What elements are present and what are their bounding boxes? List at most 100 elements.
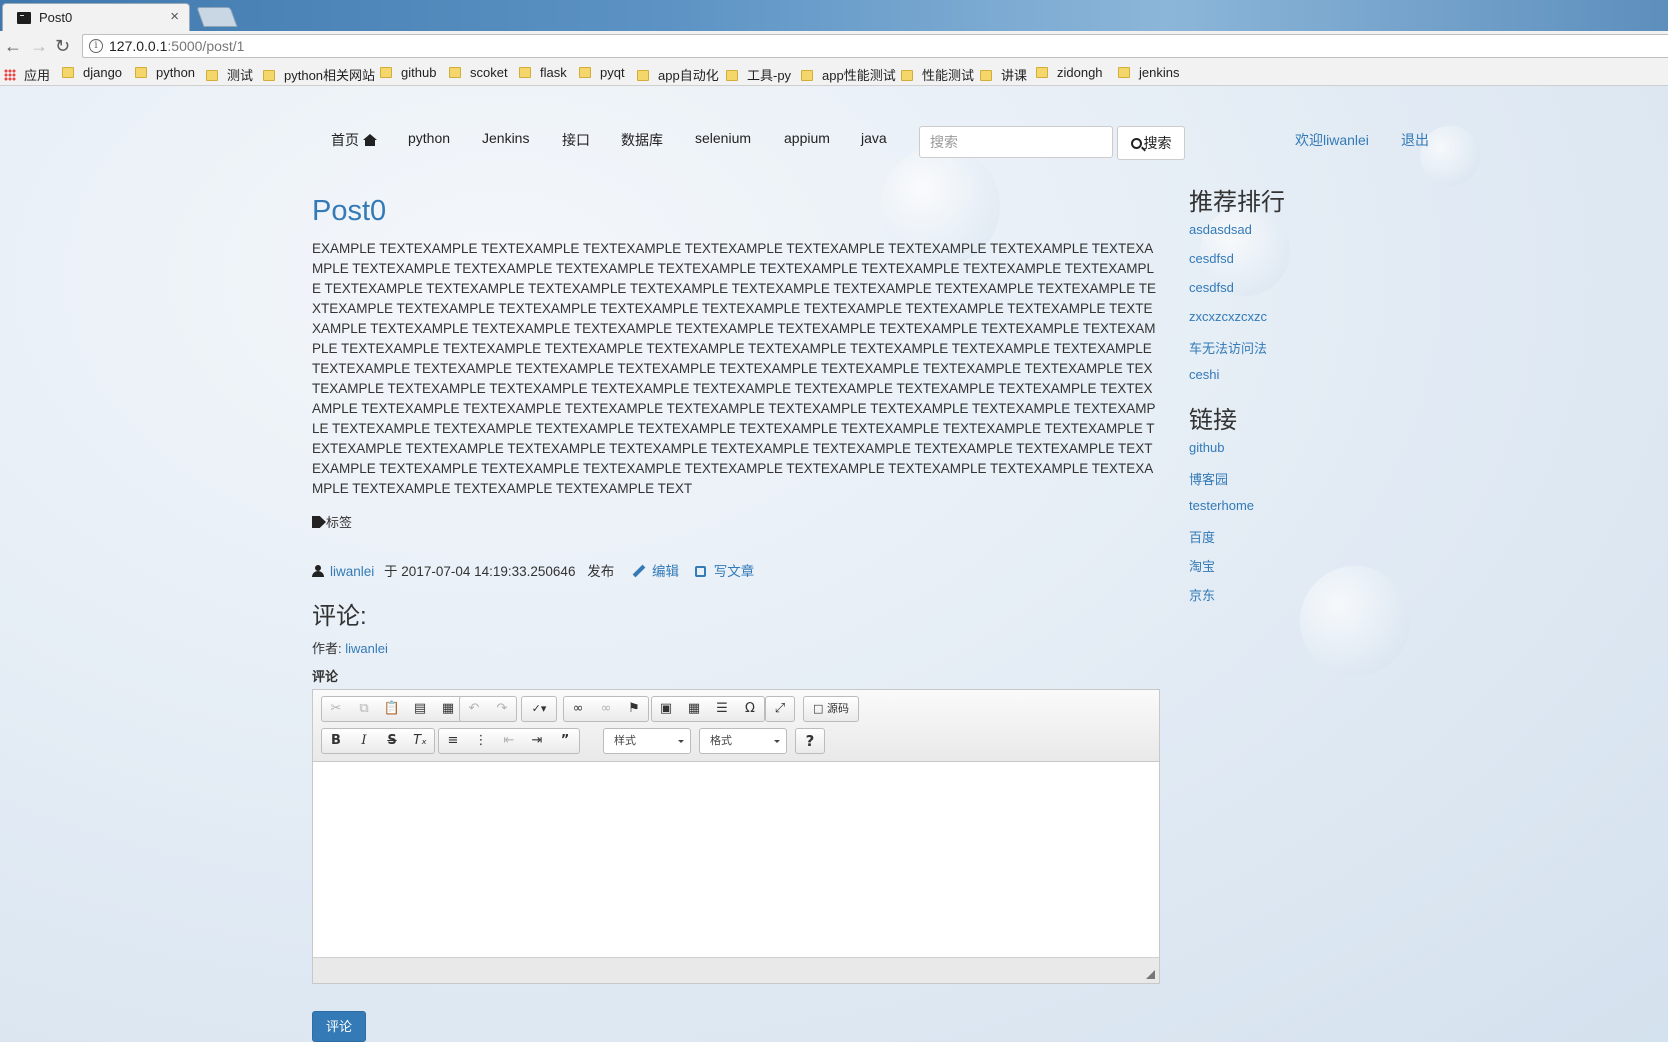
bookmarks-bar: 应用 django python 测试 python相关网站 github sc… [0,61,1668,86]
italic-icon[interactable]: I [350,729,378,753]
bold-icon[interactable]: B [322,729,350,753]
bookmark-folder[interactable]: github [380,65,436,80]
folder-icon [1036,67,1048,78]
folder-icon [263,70,275,81]
address-bar[interactable]: i 127.0.0.1:5000/post/1 [82,34,1668,58]
bookmark-folder[interactable]: 测试 [206,65,253,84]
cut-icon[interactable]: ✂ [322,697,350,721]
bookmark-folder[interactable]: pyqt [579,65,625,80]
indent-icon[interactable]: ⇥ [523,729,551,753]
folder-icon [901,70,913,81]
folder-icon [726,70,738,81]
tab-title: Post0 [39,10,73,25]
welcome-user-link[interactable]: 欢迎liwanlei [1295,130,1369,150]
bookmark-folder[interactable]: flask [519,65,567,80]
external-link[interactable]: testerhome [1189,498,1254,513]
image-icon[interactable]: ▣ [652,697,680,721]
tab-close-icon[interactable]: × [170,8,179,25]
folder-icon [135,67,147,78]
unlink-icon[interactable]: ∞ [592,697,620,721]
nav-java[interactable]: java [861,130,887,146]
paste-word-icon[interactable]: ▦ [434,697,462,721]
comments-heading: 评论: [312,603,367,630]
nav-selenium[interactable]: selenium [695,130,751,146]
logout-link[interactable]: 退出 [1401,130,1429,150]
ranking-link[interactable]: zxcxzcxzcxzc [1189,309,1267,324]
folder-icon [1118,67,1130,78]
anchor-flag-icon[interactable]: ⚑ [620,697,648,721]
author-link[interactable]: liwanlei [330,564,374,579]
forward-arrow-icon[interactable]: → [30,36,48,56]
submit-comment-button[interactable]: 评论 [312,1011,366,1042]
bookmark-folder[interactable]: scoket [449,65,508,80]
pencil-icon [632,564,646,578]
nav-api[interactable]: 接口 [562,130,590,150]
table-icon[interactable]: ▦ [680,697,708,721]
post-title[interactable]: Post0 [312,195,386,228]
bulleted-list-icon[interactable]: ⋮ [467,729,495,753]
horizontal-line-icon[interactable]: ☰ [708,697,736,721]
back-arrow-icon[interactable]: ← [4,36,22,56]
published-label: 发布 [587,564,615,579]
remove-format-icon[interactable]: Tₓ [406,729,434,753]
comment-field-label: 评论 [312,669,339,684]
bookmark-folder[interactable]: 工具-py [726,65,791,84]
bookmark-folder[interactable]: 性能测试 [901,65,974,84]
nav-database[interactable]: 数据库 [621,130,663,150]
reload-icon[interactable]: ↻ [55,36,70,56]
comment-author-link[interactable]: liwanlei [345,641,388,656]
bookmark-folder[interactable]: python [135,65,195,80]
search-button[interactable]: 搜索 [1117,126,1185,160]
spellcheck-icon[interactable]: ✓▾ [522,697,556,721]
nav-home[interactable]: 首页 [331,130,377,150]
source-button[interactable]: □ 源码 [804,697,858,721]
styles-dropdown[interactable]: 样式 [603,728,691,754]
strike-icon[interactable]: S [378,729,406,753]
write-article-link[interactable]: 写文章 [714,564,755,579]
browser-tab-active[interactable]: Post0 × [2,3,190,31]
ranking-link[interactable]: ceshi [1189,367,1219,382]
link-icon[interactable]: ∞ [564,697,592,721]
bookmark-folder[interactable]: app性能测试 [801,65,896,84]
format-dropdown[interactable]: 格式 [699,728,787,754]
editor-resize-bar[interactable] [313,957,1159,983]
copy-icon[interactable]: ⧉ [350,697,378,721]
external-link[interactable]: 京东 [1189,585,1215,604]
ranking-link[interactable]: 车无法访问法 [1189,338,1267,357]
external-link[interactable]: 淘宝 [1189,556,1215,575]
external-link[interactable]: 百度 [1189,527,1215,546]
bookmark-folder[interactable]: jenkins [1118,65,1179,80]
blockquote-icon[interactable]: ” [551,729,579,753]
bookmark-apps[interactable]: 应用 [4,65,50,84]
paste-text-icon[interactable]: ▤ [406,697,434,721]
maximize-icon[interactable]: ⤢ [766,697,794,721]
new-tab-button[interactable] [196,7,238,27]
apps-grid-icon [4,69,16,81]
bookmark-folder[interactable]: django [62,65,122,80]
bookmark-folder[interactable]: python相关网站 [263,65,375,84]
ranking-link[interactable]: cesdfsd [1189,280,1234,295]
folder-icon [519,67,531,78]
terminal-favicon-icon [17,12,31,24]
special-char-icon[interactable]: Ω [736,697,764,721]
paste-icon[interactable]: 📋 [378,697,406,721]
undo-icon[interactable]: ↶ [460,697,488,721]
external-link[interactable]: 博客园 [1189,469,1228,488]
numbered-list-icon[interactable]: ≡ [439,729,467,753]
bookmark-folder[interactable]: 讲课 [980,65,1027,84]
nav-python[interactable]: python [408,130,450,146]
comment-editor-area[interactable] [313,762,1159,958]
help-icon[interactable]: ? [796,729,824,753]
info-icon[interactable]: i [89,39,103,53]
edit-link[interactable]: 编辑 [652,564,679,579]
search-input[interactable]: 搜索 [919,126,1113,158]
nav-appium[interactable]: appium [784,130,830,146]
ranking-link[interactable]: cesdfsd [1189,251,1234,266]
bookmark-folder[interactable]: zidongh [1036,65,1103,80]
external-link[interactable]: github [1189,440,1224,455]
redo-icon[interactable]: ↷ [488,697,516,721]
ranking-link[interactable]: asdasdsad [1189,222,1252,237]
nav-jenkins[interactable]: Jenkins [482,130,529,146]
outdent-icon[interactable]: ⇤ [495,729,523,753]
bookmark-folder[interactable]: app自动化 [637,65,719,84]
